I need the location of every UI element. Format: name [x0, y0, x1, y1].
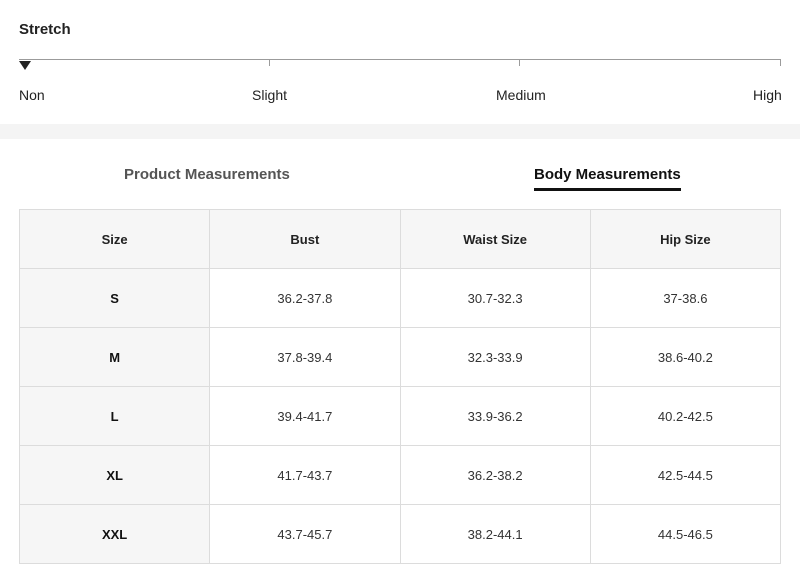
- stretch-tick-slight: [269, 59, 270, 66]
- size-chart-table: Size Bust Waist Size Hip Size S 36.2-37.…: [18, 209, 782, 564]
- size-cell: XL: [18, 445, 211, 505]
- size-cell: XXL: [18, 504, 211, 564]
- bust-cell: 39.4-41.7: [209, 386, 401, 446]
- section-divider: [0, 124, 800, 139]
- header-size: Size: [18, 209, 211, 269]
- stretch-section: Stretch Non Slight Medium High: [0, 0, 800, 124]
- size-cell: M: [18, 327, 211, 387]
- table-row: XXL 43.7-45.7 38.2-44.1 44.5-46.5: [18, 504, 782, 564]
- table-header-row: Size Bust Waist Size Hip Size: [18, 209, 782, 269]
- active-tab-underline: [534, 188, 681, 191]
- stretch-scale-line: [19, 59, 781, 60]
- stretch-pointer-icon: [19, 61, 31, 70]
- stretch-tick-high: [780, 59, 781, 66]
- waist-cell: 38.2-44.1: [399, 504, 591, 564]
- stretch-label-non: Non: [19, 87, 45, 103]
- size-cell: L: [18, 386, 211, 446]
- table-row: XL 41.7-43.7 36.2-38.2 42.5-44.5: [18, 445, 782, 505]
- hip-cell: 44.5-46.5: [589, 504, 782, 564]
- stretch-tick-medium: [519, 59, 520, 66]
- bust-cell: 43.7-45.7: [209, 504, 401, 564]
- header-bust: Bust: [209, 209, 401, 269]
- bust-cell: 41.7-43.7: [209, 445, 401, 505]
- bust-cell: 37.8-39.4: [209, 327, 401, 387]
- waist-cell: 36.2-38.2: [399, 445, 591, 505]
- size-cell: S: [18, 268, 211, 328]
- stretch-label-medium: Medium: [496, 87, 546, 103]
- hip-cell: 37-38.6: [589, 268, 782, 328]
- hip-cell: 42.5-44.5: [589, 445, 782, 505]
- stretch-scale: [19, 59, 781, 71]
- tab-label: Product Measurements: [124, 166, 290, 183]
- stretch-label-slight: Slight: [252, 87, 288, 103]
- table-row: L 39.4-41.7 33.9-36.2 40.2-42.5: [18, 386, 782, 446]
- table-row: M 37.8-39.4 32.3-33.9 38.6-40.2: [18, 327, 782, 387]
- header-waist-size: Waist Size: [399, 209, 591, 269]
- stretch-title: Stretch: [19, 21, 71, 38]
- hip-cell: 38.6-40.2: [589, 327, 782, 387]
- tab-product-measurements[interactable]: Product Measurements: [124, 166, 290, 183]
- tab-body-measurements[interactable]: Body Measurements: [534, 166, 681, 191]
- stretch-label-high: High: [753, 87, 782, 103]
- hip-cell: 40.2-42.5: [589, 386, 782, 446]
- bust-cell: 36.2-37.8: [209, 268, 401, 328]
- tab-label: Body Measurements: [534, 166, 681, 183]
- waist-cell: 32.3-33.9: [399, 327, 591, 387]
- waist-cell: 33.9-36.2: [399, 386, 591, 446]
- header-hip-size: Hip Size: [589, 209, 782, 269]
- table-row: S 36.2-37.8 30.7-32.3 37-38.6: [18, 268, 782, 328]
- waist-cell: 30.7-32.3: [399, 268, 591, 328]
